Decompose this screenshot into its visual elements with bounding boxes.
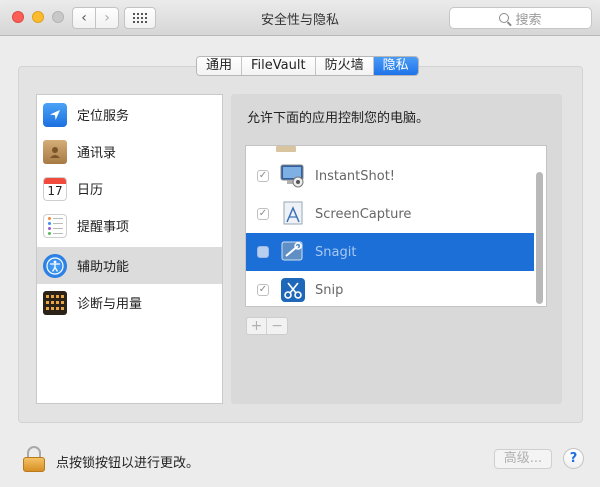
tab-filevault[interactable]: FileVault bbox=[242, 57, 316, 75]
list-scrollbar[interactable] bbox=[536, 172, 543, 304]
search-icon bbox=[499, 13, 510, 23]
app-checkbox[interactable]: ✓ bbox=[257, 208, 269, 220]
tab-firewall[interactable]: 防火墙 bbox=[315, 57, 374, 75]
app-name: Snip bbox=[315, 282, 344, 298]
help-button[interactable]: ? bbox=[563, 448, 584, 469]
screencapture-icon bbox=[279, 200, 307, 228]
sidebar-item-label: 日历 bbox=[77, 183, 104, 198]
advanced-button[interactable]: 高级... bbox=[494, 449, 552, 469]
sidebar-item-label: 诊断与用量 bbox=[77, 297, 143, 312]
search-placeholder: 搜索 bbox=[515, 12, 542, 28]
search-field[interactable]: 搜索 bbox=[449, 7, 592, 29]
calendar-icon: 17 bbox=[43, 176, 67, 201]
snip-icon bbox=[279, 276, 307, 304]
accessibility-icon bbox=[43, 253, 67, 278]
title-bar: ‹ › 安全性与隐私 搜索 bbox=[0, 0, 600, 36]
lock-button[interactable] bbox=[22, 446, 46, 472]
app-checkbox[interactable]: ✓ bbox=[257, 284, 269, 296]
snagit-icon bbox=[279, 238, 307, 266]
app-checkbox[interactable] bbox=[257, 246, 269, 258]
app-partial-icon bbox=[276, 146, 296, 152]
sidebar-item-contacts[interactable]: 通讯录 bbox=[37, 133, 222, 170]
tab-bar: 通用 FileVault 防火墙 隐私 bbox=[196, 56, 419, 76]
remove-app-button[interactable]: − bbox=[267, 318, 287, 334]
location-icon bbox=[43, 102, 67, 127]
diagnostics-icon bbox=[43, 290, 67, 315]
list-item[interactable]: ✓ InstantShot! bbox=[246, 157, 534, 195]
sidebar-item-label: 提醒事项 bbox=[77, 220, 130, 235]
tab-general[interactable]: 通用 bbox=[197, 57, 243, 75]
app-name: InstantShot! bbox=[315, 168, 395, 184]
reminders-icon bbox=[43, 213, 67, 238]
sidebar-item-location[interactable]: 定位服务 bbox=[37, 96, 222, 133]
privacy-sidebar: 定位服务 通讯录 17 日历 提醒事项 辅助功能 诊断与用量 bbox=[36, 94, 223, 404]
contacts-icon bbox=[43, 139, 67, 164]
preferences-window: ‹ › 安全性与隐私 搜索 通用 FileVault 防火墙 隐私 定位服务 通… bbox=[0, 0, 600, 487]
app-name: ScreenCapture bbox=[315, 206, 412, 222]
instantshot-icon bbox=[279, 162, 307, 190]
sidebar-item-label: 通讯录 bbox=[77, 146, 117, 161]
app-list[interactable]: ✓ InstantShot! ✓ ScreenCapture Snagit ✓ bbox=[245, 145, 547, 307]
sidebar-item-label: 定位服务 bbox=[77, 109, 130, 124]
sidebar-item-accessibility[interactable]: 辅助功能 bbox=[37, 247, 222, 284]
sidebar-item-diagnostics[interactable]: 诊断与用量 bbox=[37, 284, 222, 321]
list-item[interactable]: Snagit bbox=[246, 233, 534, 271]
list-item[interactable]: ✓ Snip bbox=[246, 271, 534, 306]
list-item[interactable]: ✓ ScreenCapture bbox=[246, 195, 534, 233]
add-remove-control: + − bbox=[246, 317, 288, 335]
lock-hint-text: 点按锁按钮以进行更改。 bbox=[56, 456, 200, 471]
sidebar-item-calendar[interactable]: 17 日历 bbox=[37, 170, 222, 207]
add-app-button[interactable]: + bbox=[247, 318, 267, 334]
app-name: Snagit bbox=[315, 244, 357, 260]
list-item bbox=[246, 146, 534, 154]
app-checkbox[interactable]: ✓ bbox=[257, 170, 269, 182]
section-heading: 允许下面的应用控制您的电脑。 bbox=[247, 111, 430, 126]
sidebar-item-reminders[interactable]: 提醒事项 bbox=[37, 207, 222, 244]
sidebar-item-label: 辅助功能 bbox=[77, 260, 130, 275]
tab-privacy[interactable]: 隐私 bbox=[373, 57, 418, 75]
